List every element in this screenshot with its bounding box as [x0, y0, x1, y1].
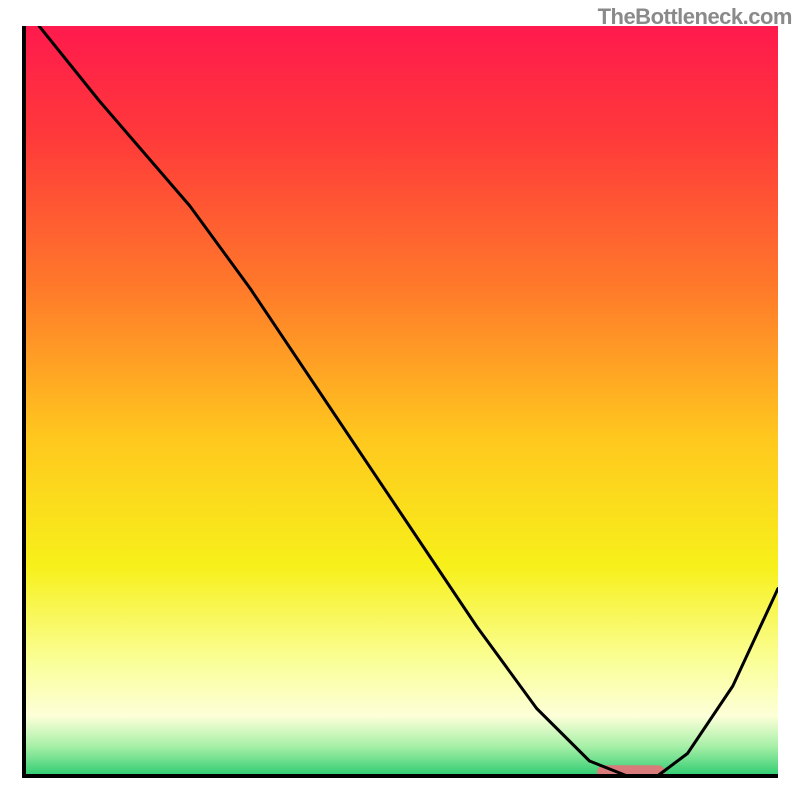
- chart-container: TheBottleneck.com: [0, 0, 800, 800]
- chart-svg: [22, 26, 778, 778]
- plot-area: [22, 26, 778, 778]
- gradient-background: [24, 26, 778, 776]
